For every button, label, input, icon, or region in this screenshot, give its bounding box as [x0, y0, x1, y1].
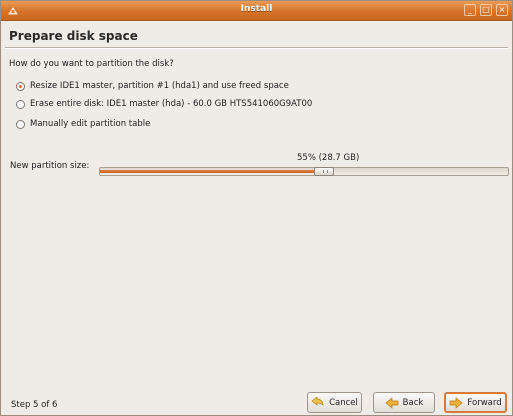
step-indicator: Step 5 of 6 — [11, 400, 58, 410]
installer-window: Install _ □ × Prepare disk space How do … — [0, 0, 513, 416]
page-title: Prepare disk space — [9, 29, 138, 43]
maximize-icon: □ — [482, 5, 490, 14]
partition-question: How do you want to partition the disk? — [9, 59, 174, 69]
title-bar[interactable]: Install _ □ × — [1, 1, 512, 21]
partition-size-slider[interactable] — [99, 167, 509, 176]
slider-handle[interactable] — [314, 167, 335, 176]
slider-fill — [100, 170, 325, 173]
minimize-button[interactable]: _ — [464, 4, 476, 16]
window-title: Install — [240, 4, 273, 14]
option-label: Resize IDE1 master, partition #1 (hda1) … — [30, 81, 289, 91]
maximize-button[interactable]: □ — [480, 4, 492, 16]
option-erase-disk[interactable]: Erase entire disk: IDE1 master (hda) - 6… — [16, 98, 312, 110]
option-label: Manually edit partition table — [30, 119, 151, 129]
arrow-left-icon — [385, 396, 399, 409]
close-icon: × — [498, 5, 506, 14]
minimize-icon: _ — [468, 5, 472, 14]
option-radio[interactable] — [16, 119, 25, 129]
back-button[interactable]: Back — [373, 392, 435, 413]
partition-size-label: New partition size: — [10, 161, 90, 171]
back-label: Back — [402, 397, 424, 408]
forward-label: Forward — [467, 397, 502, 408]
forward-button[interactable]: Forward — [444, 392, 507, 413]
cancel-icon — [311, 396, 324, 406]
option-radio[interactable] — [16, 99, 25, 109]
cancel-button[interactable]: Cancel — [307, 392, 362, 413]
close-button[interactable]: × — [496, 4, 508, 16]
partition-size-value: 55% (28.7 GB) — [297, 153, 360, 163]
cancel-label: Cancel — [329, 397, 358, 408]
option-label: Erase entire disk: IDE1 master (hda) - 6… — [30, 99, 313, 109]
option-manual-edit[interactable]: Manually edit partition table — [16, 118, 150, 130]
option-radio[interactable] — [16, 81, 25, 91]
option-resize-partition[interactable]: Resize IDE1 master, partition #1 (hda1) … — [16, 80, 289, 92]
arrow-right-icon — [450, 396, 463, 409]
header-separator — [5, 47, 508, 49]
